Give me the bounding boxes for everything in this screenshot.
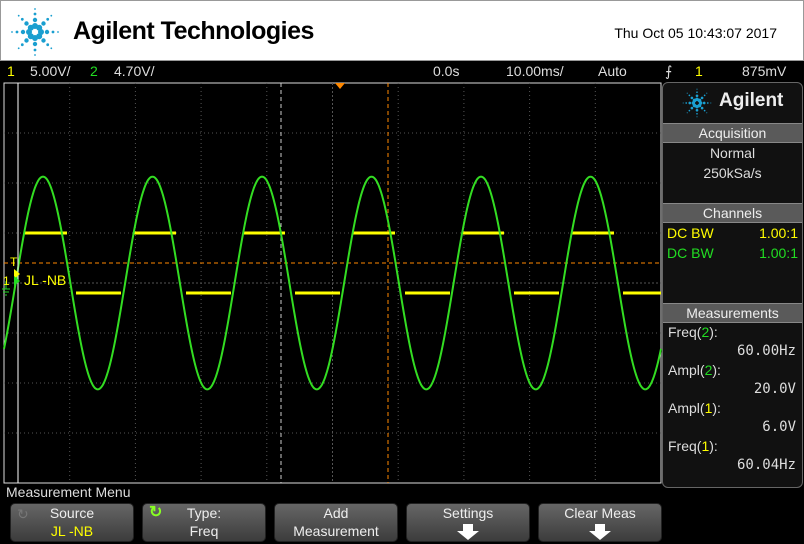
ch1-scale[interactable]: 5.00V/ [30,63,70,79]
softkey-label: Clear Meas [564,505,636,521]
ch1-number[interactable]: 1 [7,63,15,79]
source-softkey[interactable]: ↻ Source JL -NB [10,503,134,542]
measurement-label: Ampl(1): [668,400,721,416]
acquisition-rate: 250kSa/s [703,165,762,181]
trigger-level-marker[interactable]: T [10,255,17,269]
submenu-arrow-icon [589,524,611,540]
softkey-value: JL -NB [50,523,94,539]
agilent-spark-icon [682,88,712,118]
timebase[interactable]: 10.00ms/ [506,63,564,79]
ch1-probe: 1.00:1 [759,225,798,241]
brand-title: Agilent Technologies [73,17,314,45]
measurement-item: Ampl(2): 20.0V [663,361,802,399]
clear-meas-softkey[interactable]: Clear Meas [538,503,662,542]
side-brand: Agilent [663,83,802,123]
ch1-coupling: DC BW [667,225,714,241]
softkey-label: Settings [442,505,494,521]
delay[interactable]: 0.0s [433,63,459,79]
ch2-probe: 1.00:1 [759,245,798,261]
channel-1-row: DC BW 1.00:1 [663,223,802,243]
ch1-label: JL -NB [24,272,67,288]
ch2-coupling: DC BW [667,245,714,261]
side-brand-text: Agilent [719,90,784,111]
acquisition-mode: Normal [709,145,756,161]
measurements-header[interactable]: Measurements [663,303,802,323]
measurement-value: 20.0V [753,381,796,397]
submenu-arrow-icon [457,524,479,540]
rotate-knob-icon: ↻ [149,504,163,521]
type-softkey[interactable]: ↻ Type: Freq [142,503,266,542]
measurement-value: 60.04Hz [736,457,796,473]
status-bar: 1 5.00V/ 2 4.70V/ 0.0s 10.00ms/ Auto ⨍ 1… [0,61,804,81]
measurement-label: Freq(2): [668,324,718,340]
softkey-label: Source [49,505,95,521]
measurement-item: Ampl(1): 6.0V [663,399,802,437]
ch1-ground-marker[interactable]: 1 [3,274,10,288]
ch2-number[interactable]: 2 [90,63,98,79]
trigger-mode[interactable]: Auto [598,63,627,79]
channel-2-row: DC BW 1.00:1 [663,243,802,263]
softkey-label: Add [323,505,349,521]
ch2-scale[interactable]: 4.70V/ [114,63,154,79]
channels-header[interactable]: Channels [663,203,802,223]
waveform-display[interactable] [0,81,662,485]
side-panel: Agilent Acquisition Normal 250kSa/s Chan… [662,82,803,488]
trigger-source[interactable]: 1 [695,63,703,79]
acquisition-header[interactable]: Acquisition [663,123,802,143]
rising-edge-icon: ⨍ [665,63,673,79]
measurement-item: Freq(2): 60.00Hz [663,323,802,361]
rotate-knob-icon: ↻ [17,506,29,522]
softkey-value: Freq [189,523,219,539]
measurement-value: 6.0V [762,419,796,435]
measurement-label: Ampl(2): [668,362,721,378]
settings-softkey[interactable]: Settings [406,503,530,542]
trigger-level[interactable]: 875mV [742,63,786,79]
header: Agilent Technologies Thu Oct 05 10:43:07… [0,0,804,61]
softkey-label-2: Measurement [293,523,379,539]
measurement-label: Freq(1): [668,438,718,454]
measurement-value: 60.00Hz [736,343,796,359]
measurement-list: Freq(2): 60.00Hz Ampl(2): 20.0V Ampl(1): 6.0V… [663,323,802,475]
datetime: Thu Oct 05 10:43:07 2017 [614,25,777,41]
add-measurement-softkey[interactable]: Add Measurement [274,503,398,542]
menu-title: Measurement Menu [6,484,131,500]
measurement-item: Freq(1): 60.04Hz [663,437,802,475]
agilent-spark-logo-icon [11,8,59,56]
